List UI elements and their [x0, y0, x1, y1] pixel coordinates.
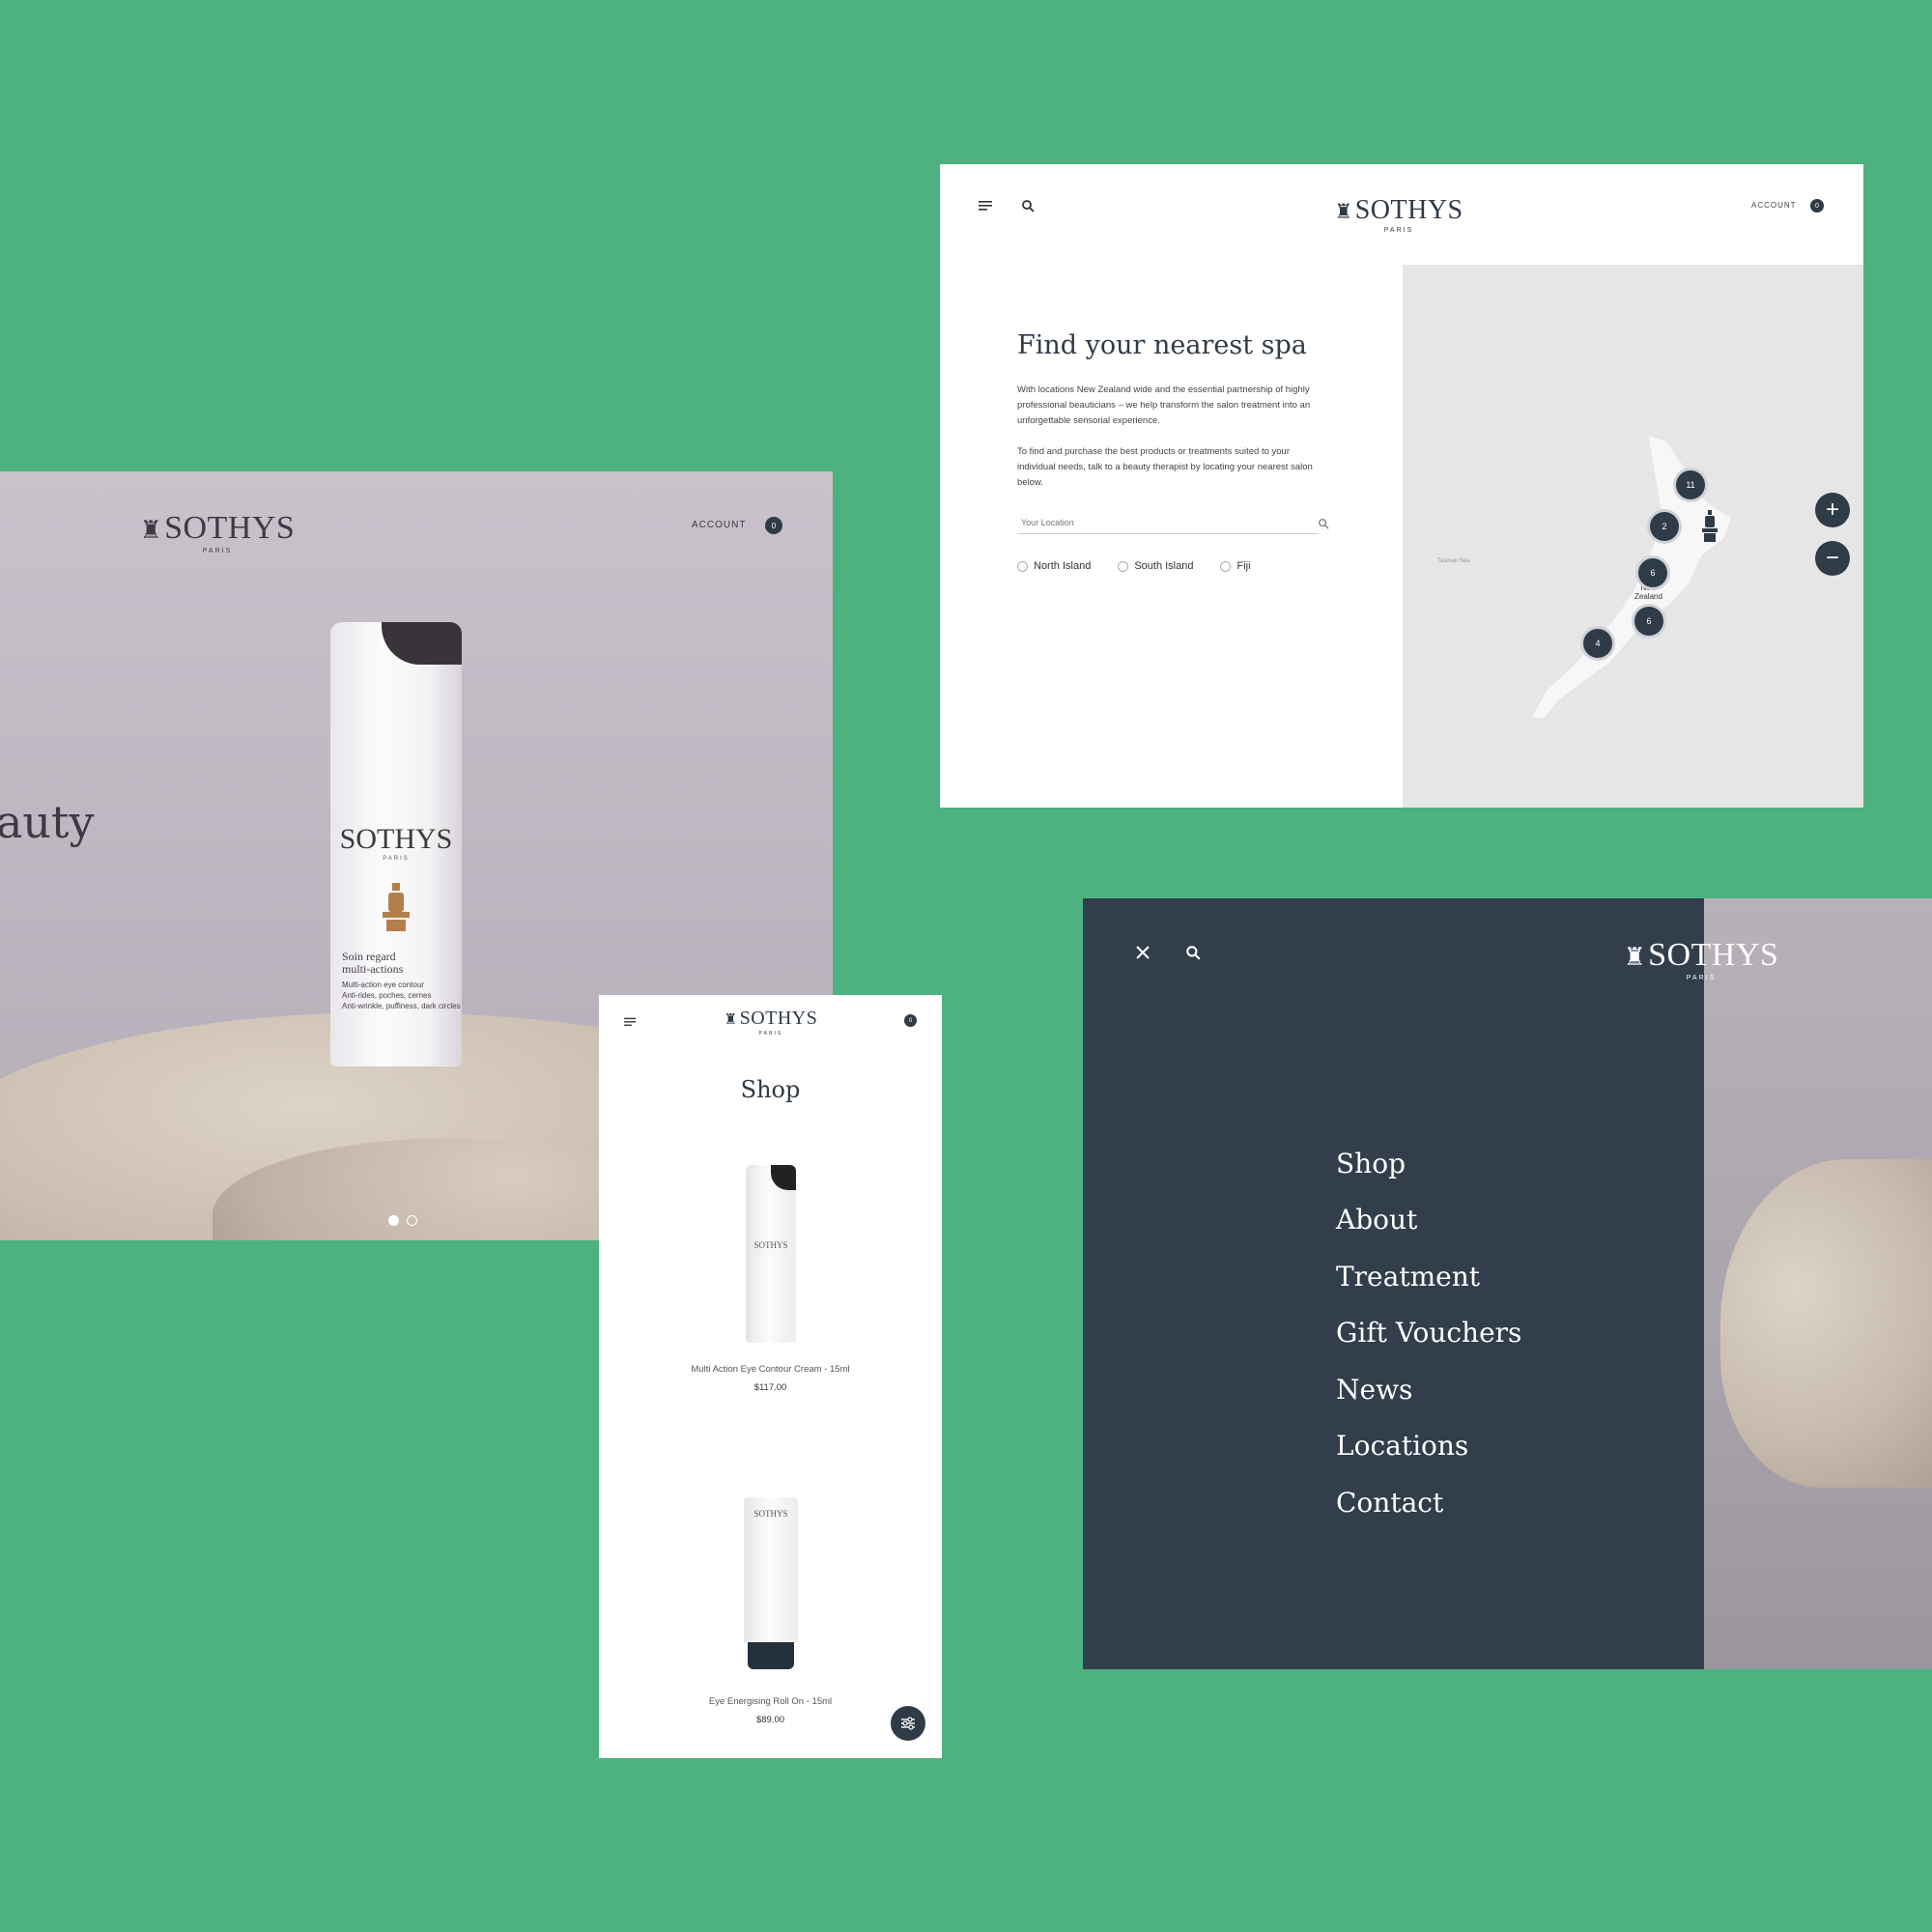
location-search-icon[interactable]	[1318, 518, 1329, 529]
menu-item-about[interactable]: About	[1336, 1204, 1417, 1236]
region-label: North Island	[1034, 560, 1092, 572]
mobile-logo-text: SOTHYS	[739, 1008, 818, 1029]
menu-item-contact[interactable]: Contact	[1336, 1487, 1443, 1519]
bottle-emblem-icon	[377, 881, 415, 933]
locator-instructions-paragraph: To find and purchase the best products o…	[1017, 446, 1313, 488]
sea-label: Tasman Sea	[1437, 558, 1470, 564]
carousel-dot-active[interactable]	[388, 1215, 399, 1226]
locator-cart-badge[interactable]: 0	[1810, 199, 1824, 213]
hero-heading: auty	[0, 796, 95, 848]
map-cluster-marker[interactable]: 6	[1638, 558, 1667, 587]
search-icon[interactable]	[1185, 945, 1201, 960]
navigation-menu-panel: ♜SOTHYS PARIS Shop About Treatment Gift …	[1083, 898, 1932, 1669]
logo-emblem-icon: ♜	[1623, 943, 1647, 971]
map-zoom-in-button[interactable]: +	[1815, 493, 1850, 527]
region-filter-group: North Island South Island Fiji	[1017, 560, 1278, 572]
mobile-logo-sub: PARIS	[758, 1031, 783, 1037]
product-image[interactable]	[744, 1497, 798, 1642]
bottle-label-name: Soin regard multi-actions	[342, 951, 458, 976]
close-icon[interactable]	[1135, 945, 1151, 960]
bottle-brand-sub: PARIS	[383, 856, 410, 862]
region-radio-fiji[interactable]: Fiji	[1220, 560, 1251, 572]
locator-logo[interactable]: ♜SOTHYS PARIS	[1326, 195, 1471, 235]
country-label-line2: Zealand	[1634, 592, 1662, 601]
hero-account-link[interactable]: ACCOUNT	[692, 520, 746, 530]
menu-logo-text: SOTHYS	[1648, 937, 1779, 973]
region-radio-south-island[interactable]: South Island	[1118, 560, 1193, 572]
bottle-brand: SOTHYS	[339, 823, 453, 855]
region-radio-north-island[interactable]: North Island	[1017, 560, 1091, 572]
menu-item-locations[interactable]: Locations	[1336, 1430, 1468, 1462]
mobile-shop-panel: ♜ SOTHYS PARIS 0 Shop SOTHYS Multi Action…	[599, 995, 942, 1758]
product-image-label: SOTHYS	[753, 1240, 788, 1250]
nz-landmass	[1532, 437, 1731, 719]
menu-icon[interactable]	[979, 199, 994, 213]
logo-emblem-icon: ♜	[139, 516, 163, 544]
menu-logo[interactable]: ♜SOTHYS PARIS	[1614, 937, 1788, 982]
region-label: South Island	[1134, 560, 1194, 572]
mobile-menu-icon[interactable]	[624, 1016, 638, 1028]
hero-logo-sub: PARIS	[202, 548, 233, 554]
locator-logo-text: SOTHYS	[1354, 195, 1463, 225]
bottle-label-line2: multi-actions	[342, 962, 404, 976]
locator-title: Find your nearest spa	[1017, 330, 1307, 360]
logo-emblem-icon: ♜	[724, 1012, 738, 1028]
spa-pin-icon[interactable]	[1700, 510, 1719, 543]
product-tube-cap	[748, 1642, 794, 1669]
product-image[interactable]	[746, 1165, 796, 1343]
map-zoom-out-button[interactable]: −	[1815, 541, 1850, 576]
locator-intro-paragraph: With locations New Zealand wide and the …	[1017, 384, 1311, 426]
shop-title: Shop	[740, 1076, 801, 1103]
region-label: Fiji	[1236, 560, 1251, 572]
bottle-label-details: Multi-action eye contour Anti-rides, poc…	[342, 980, 462, 1011]
radio-circle	[1220, 560, 1232, 572]
hero-logo-text: SOTHYS	[164, 510, 296, 546]
radio-circle	[1017, 560, 1028, 572]
menu-item-treatment[interactable]: Treatment	[1336, 1261, 1480, 1293]
locator-logo-sub: PARIS	[1383, 227, 1414, 234]
map-cluster-marker[interactable]: 11	[1676, 470, 1705, 499]
mobile-cart-badge[interactable]: 0	[904, 1014, 917, 1027]
hero-logo[interactable]: ♜SOTHYS PARIS	[135, 510, 299, 555]
bottle-label-line3: Multi-action eye contour	[342, 980, 424, 989]
locator-account-link[interactable]: ACCOUNT	[1751, 201, 1797, 210]
store-locator-panel: ♜SOTHYS PARIS ACCOUNT 0 Find your neares…	[940, 164, 1863, 808]
map-cluster-marker[interactable]: 4	[1583, 629, 1612, 658]
radio-circle	[1118, 560, 1129, 572]
carousel-dot[interactable]	[407, 1215, 417, 1226]
menu-item-gift-vouchers[interactable]: Gift Vouchers	[1336, 1317, 1521, 1349]
filter-button[interactable]	[891, 1706, 925, 1741]
map-view[interactable]: Tasman Sea New Zealand 11 2 6 6 4 + −	[1403, 265, 1863, 808]
menu-item-shop[interactable]: Shop	[1336, 1148, 1406, 1179]
logo-emblem-icon: ♜	[1334, 200, 1353, 223]
hero-cart-badge[interactable]: 0	[765, 517, 782, 534]
map-cluster-marker[interactable]: 2	[1650, 512, 1679, 541]
product-name[interactable]: Multi Action Eye Contour Cream - 15ml	[599, 1364, 942, 1375]
menu-logo-sub: PARIS	[1686, 975, 1717, 981]
map-cluster-marker[interactable]: 6	[1634, 607, 1663, 636]
filter-sliders-icon	[901, 1717, 915, 1730]
search-icon[interactable]	[1021, 199, 1035, 213]
mobile-logo[interactable]: ♜ SOTHYS PARIS	[713, 1009, 829, 1037]
menu-item-news[interactable]: News	[1336, 1374, 1412, 1406]
location-search-input[interactable]	[1017, 512, 1319, 534]
product-price: $117.00	[753, 1382, 787, 1393]
product-name[interactable]: Eye Energising Roll On - 15ml	[599, 1696, 942, 1707]
bottle-label-line5: Anti-wrinkle, puffiness, dark circles	[342, 1002, 461, 1010]
product-image-label: SOTHYS	[753, 1509, 788, 1519]
bottle-label-line4: Anti-rides, poches, cernes	[342, 991, 432, 1000]
